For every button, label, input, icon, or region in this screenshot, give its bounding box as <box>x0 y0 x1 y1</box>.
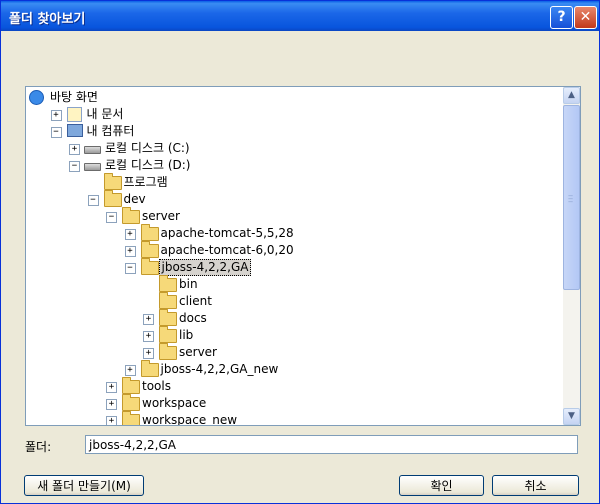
expand-icon[interactable]: + <box>106 399 117 410</box>
tree-item[interactable]: + workspace <box>26 394 556 412</box>
folder-open-icon <box>140 258 159 275</box>
folder-icon <box>140 224 159 241</box>
tree-item[interactable]: − dev <box>26 190 556 208</box>
expand-icon[interactable]: + <box>143 314 154 325</box>
expand-icon[interactable]: + <box>124 229 136 240</box>
tree-item-label: lib <box>179 328 194 342</box>
tree-item[interactable]: 프로그램 <box>26 173 556 191</box>
tree-item-label: docs <box>179 311 207 325</box>
tree-item[interactable]: + server <box>26 343 556 361</box>
scroll-up-icon: ▲ <box>568 90 575 100</box>
folder-icon <box>103 190 122 207</box>
collapse-icon[interactable]: − <box>50 127 62 138</box>
tree-item-label: server <box>179 345 217 359</box>
tree-item[interactable]: + lib <box>26 326 556 344</box>
tree-item-label: client <box>179 294 212 308</box>
tree-item[interactable]: 바탕 화면 <box>26 89 556 106</box>
tree-item[interactable]: − 로컬 디스크 (D:) <box>26 157 556 174</box>
desktop-icon <box>29 90 44 105</box>
expand-icon[interactable]: + <box>50 110 62 121</box>
folder-field-label: 폴더: <box>25 440 52 454</box>
tree-item[interactable]: client <box>26 292 556 310</box>
tree-item[interactable]: + tools <box>26 377 556 395</box>
cancel-button[interactable]: 취소 <box>492 475 579 496</box>
tree-item[interactable]: + 로컬 디스크 (C:) <box>26 140 556 157</box>
collapse-icon[interactable]: − <box>106 212 117 223</box>
my-documents-icon <box>66 107 82 122</box>
tree-item-label: server <box>142 209 180 223</box>
folder-icon <box>122 207 140 224</box>
tree-item-label: 바탕 화면 <box>50 90 98 104</box>
tree-item-label: jboss-4,2,2,GA <box>158 259 252 276</box>
scroll-down-button[interactable]: ▼ <box>563 408 580 425</box>
drive-icon <box>84 146 101 154</box>
tree-item-label: workspace <box>142 396 207 410</box>
my-computer-icon <box>66 124 83 137</box>
expand-icon[interactable]: + <box>143 331 154 342</box>
tree-item-label: workspace_new <box>142 413 238 426</box>
tree-item-label: 프로그램 <box>123 175 168 189</box>
vertical-scrollbar[interactable]: ▲ ‒ ‒ ‒ ▼ <box>563 87 580 425</box>
folder-browser-dialog: 폴더 찾아보기 ? ✕ 바탕 화면 + 내 문서 − 내 컴퓨터 + 로컬 디스크 (C:)… <box>0 0 600 504</box>
tree-item[interactable]: + apache-tomcat-5,5,28 <box>26 224 556 242</box>
tree-item[interactable]: + jboss-4,2,2,GA_new <box>26 360 556 378</box>
expand-icon[interactable]: + <box>69 144 80 155</box>
tree-item[interactable]: + apache-tomcat-6,0,20 <box>26 241 556 259</box>
title-bar[interactable]: 폴더 찾아보기 ? ✕ <box>1 1 599 31</box>
tree-item[interactable]: − jboss-4,2,2,GA <box>26 258 556 276</box>
folder-path-field[interactable]: jboss-4,2,2,GA <box>85 435 578 454</box>
tree-item[interactable]: bin <box>26 275 556 293</box>
folder-icon <box>159 309 177 326</box>
tree-item-label: apache-tomcat-6,0,20 <box>160 243 294 257</box>
tree-item[interactable]: − server <box>26 207 556 225</box>
drive-icon <box>84 163 101 171</box>
folder-icon <box>140 360 159 377</box>
scroll-down-icon: ▼ <box>568 411 575 421</box>
new-folder-button[interactable]: 새 폴더 만들기(M) <box>24 475 144 496</box>
tree-item-label: bin <box>179 277 198 291</box>
expand-icon[interactable]: + <box>106 382 117 393</box>
scroll-thumb[interactable]: ‒ ‒ ‒ <box>563 105 580 290</box>
scroll-up-button[interactable]: ▲ <box>563 87 580 104</box>
close-button[interactable]: ✕ <box>574 6 597 29</box>
folder-icon <box>159 343 177 360</box>
tree-item-label: tools <box>142 379 171 393</box>
tree-item-label: 내 문서 <box>86 107 124 121</box>
tree-item-label: 내 컴퓨터 <box>86 124 135 138</box>
tree-item-label: dev <box>123 192 146 206</box>
folder-icon <box>159 275 177 292</box>
ok-button[interactable]: 확인 <box>399 475 484 496</box>
folder-icon <box>159 326 177 343</box>
tree-item-label: apache-tomcat-5,5,28 <box>160 226 294 240</box>
folder-icon <box>140 241 159 258</box>
collapse-icon[interactable]: − <box>87 195 99 206</box>
expand-icon[interactable]: + <box>143 348 154 359</box>
folder-icon <box>122 377 140 394</box>
tree-item-label: 로컬 디스크 (C:) <box>105 141 190 155</box>
tree-item-label: jboss-4,2,2,GA_new <box>160 362 279 376</box>
help-button[interactable]: ? <box>550 6 573 29</box>
expand-icon[interactable]: + <box>106 416 117 425</box>
folder-icon <box>103 173 122 190</box>
collapse-icon[interactable]: − <box>124 263 136 274</box>
grip-icon: ‒ ‒ ‒ <box>568 191 574 206</box>
expand-icon[interactable]: + <box>124 365 136 376</box>
folder-icon <box>122 411 140 425</box>
dialog-title: 폴더 찾아보기 <box>9 12 86 27</box>
tree-item-label: 로컬 디스크 (D:) <box>105 158 191 172</box>
tree-item[interactable]: + 내 문서 <box>26 106 556 123</box>
tree-item[interactable]: + docs <box>26 309 556 327</box>
tree-item[interactable]: − 내 컴퓨터 <box>26 123 556 140</box>
folder-icon <box>122 394 140 411</box>
folder-icon <box>159 292 177 309</box>
collapse-icon[interactable]: − <box>69 161 80 172</box>
folder-tree[interactable]: 바탕 화면 + 내 문서 − 내 컴퓨터 + 로컬 디스크 (C:) − 로컬 디스크 (D:)… <box>25 86 581 426</box>
tree-item[interactable]: + workspace_new <box>26 411 556 426</box>
expand-icon[interactable]: + <box>124 246 136 257</box>
